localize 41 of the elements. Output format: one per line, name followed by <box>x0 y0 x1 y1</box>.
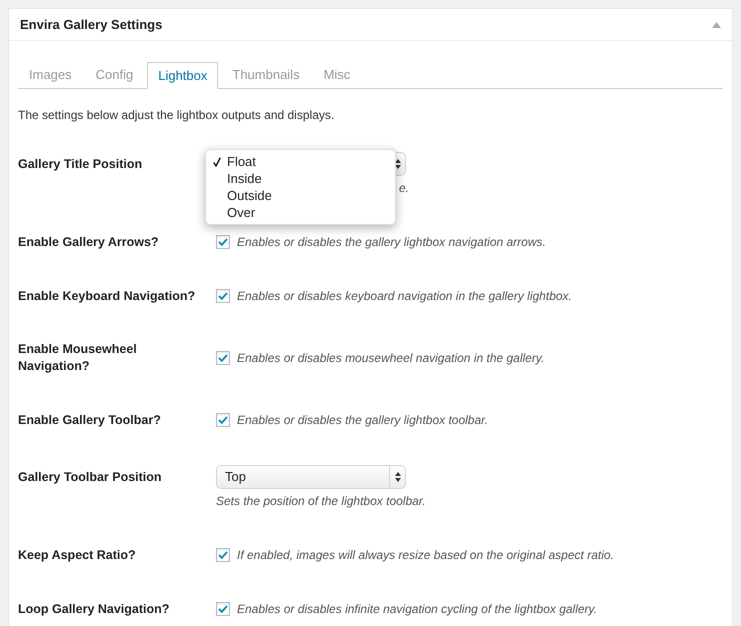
setting-description: e. <box>398 180 409 197</box>
collapse-icon[interactable] <box>712 22 721 28</box>
up-down-arrows-icon <box>394 472 400 482</box>
checkbox[interactable] <box>216 602 230 616</box>
setting-description: Sets the position of the lightbox toolbar. <box>216 493 426 510</box>
checkbox[interactable] <box>216 548 230 562</box>
setting-label: Enable Mousewheel Navigation? <box>18 341 138 375</box>
dropdown-option[interactable]: Outside <box>206 187 395 204</box>
checkmark-icon <box>218 292 228 300</box>
tab[interactable]: Lightbox <box>147 62 218 89</box>
checkbox[interactable] <box>216 351 230 365</box>
setting-description: Enables or disables the gallery lightbox navigation arrows. <box>237 234 546 251</box>
intro-text: The settings below adjust the lightbox outputs and displays. <box>18 107 336 124</box>
setting-label: Keep Aspect Ratio? <box>18 546 137 564</box>
dropdown-option[interactable]: Over <box>206 204 395 221</box>
checkmark-icon <box>212 156 220 166</box>
checkmark-icon <box>218 605 228 613</box>
setting-label: Enable Keyboard Navigation? <box>18 288 196 304</box>
dropdown-option[interactable]: Inside <box>206 170 395 187</box>
setting-label: Enable Gallery Toolbar? <box>18 412 162 428</box>
setting-label: Gallery Toolbar Position <box>18 469 163 486</box>
up-down-arrows-icon <box>394 159 400 169</box>
select-value: Top <box>225 469 246 484</box>
checkbox[interactable] <box>216 289 230 303</box>
setting-label: Loop Gallery Navigation? <box>18 600 170 618</box>
setting-description: Enables or disables the gallery lightbox toolbar. <box>237 412 488 429</box>
checkbox[interactable] <box>216 413 230 427</box>
panel-title: Envira Gallery Settings <box>20 16 162 34</box>
setting-label: Enable Gallery Arrows? <box>18 234 160 250</box>
dropdown-option[interactable]: Float <box>206 153 395 170</box>
checkmark-icon <box>218 238 228 246</box>
select-field[interactable]: Top <box>216 465 406 489</box>
checkmark-icon <box>218 354 228 362</box>
setting-description: Enables or disables keyboard navigation in the gallery lightbox. <box>237 288 572 305</box>
setting-description: If enabled, images will always resize based on the original aspect ratio. <box>237 547 614 564</box>
checkmark-icon <box>218 551 228 559</box>
checkbox[interactable] <box>216 235 230 249</box>
checkmark-icon <box>218 416 228 424</box>
setting-description: Enables or disables infinite navigation cycling of the lightbox gallery. <box>237 601 597 618</box>
setting-label: Gallery Title Position <box>18 156 144 173</box>
setting-description: Enables or disables mousewheel navigation in the gallery. <box>237 350 544 367</box>
